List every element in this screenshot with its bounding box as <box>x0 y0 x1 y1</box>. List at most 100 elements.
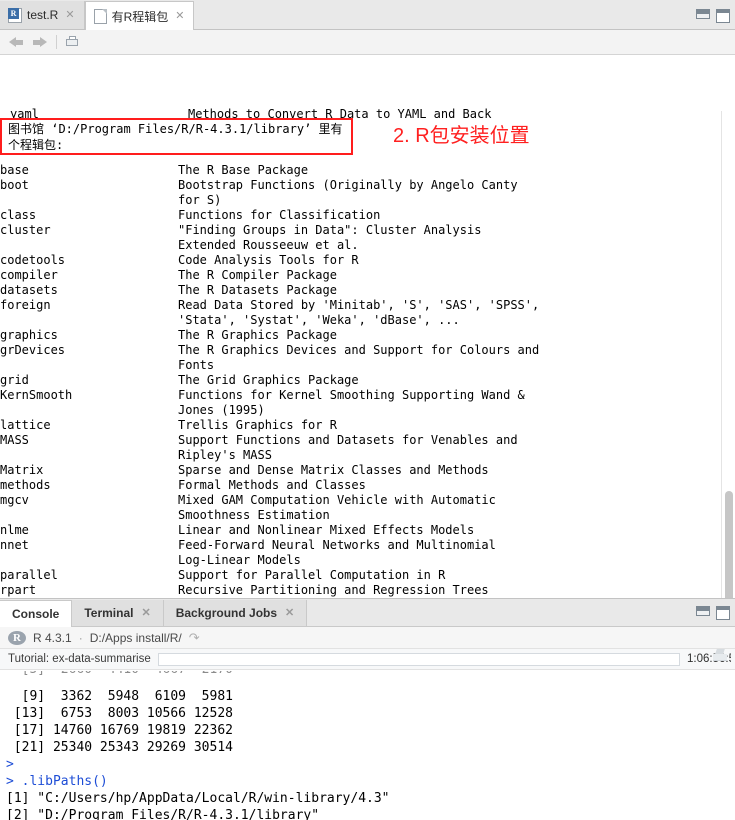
package-desc-continuation: Jones (1995) <box>178 403 265 417</box>
toolbar-divider <box>56 35 57 49</box>
clear-console-broom-icon[interactable] <box>713 649 727 661</box>
forward-arrow-icon[interactable] <box>31 35 48 49</box>
package-name: lattice <box>0 418 51 432</box>
console-output-line: [1] "C:/Users/hp/AppData/Local/R/win-lib… <box>6 791 390 806</box>
package-row: MASS Support Functions and Datasets for V… <box>0 433 720 463</box>
separator-dot: · <box>78 630 83 645</box>
package-desc-continuation: Ripley's MASS <box>178 448 272 462</box>
package-name: grid <box>0 373 29 387</box>
maximize-icon[interactable] <box>716 9 730 23</box>
help-content: yaml Methods to Convert R Data to YAML a… <box>0 55 735 598</box>
package-row: nnet Feed-Forward Neural Networks and Mul… <box>0 538 720 568</box>
package-name: parallel <box>0 568 58 582</box>
console-output-line: [17] 14760 16769 19819 22362 <box>6 723 233 738</box>
print-icon[interactable] <box>65 35 80 49</box>
package-row: class Functions for Classification <box>0 208 720 223</box>
package-name: methods <box>0 478 51 492</box>
tab-background-jobs[interactable]: Background Jobs ✕ <box>163 600 308 626</box>
maximize-icon[interactable] <box>716 606 730 620</box>
package-name: boot <box>0 178 29 192</box>
minimize-icon[interactable] <box>696 606 710 616</box>
tab-close-icon[interactable]: ✕ <box>63 9 74 21</box>
tab-r-packages[interactable]: 有R程辑包 ✕ <box>84 1 195 30</box>
console-tabstrip: Console Terminal ✕ Background Jobs ✕ <box>0 599 735 627</box>
tab-label: Background Jobs <box>175 606 278 620</box>
source-window-controls <box>696 9 730 23</box>
console-pane: Console Terminal ✕ Background Jobs ✕ R R… <box>0 598 735 820</box>
back-arrow-icon[interactable] <box>8 35 25 49</box>
package-desc-continuation: Fonts <box>178 358 215 372</box>
console-output-line: [13] 6753 8003 10566 12528 <box>6 706 233 721</box>
package-row: mgcv Mixed GAM Computation Vehicle with A… <box>0 493 720 523</box>
package-row: parallel Support for Parallel Computation… <box>0 568 720 583</box>
package-desc: Support Functions and Datasets for Venab… <box>178 433 518 462</box>
tab-test-r[interactable]: R test.R ✕ <box>0 1 85 29</box>
package-name: grDevices <box>0 343 66 357</box>
package-desc: Recursive Partitioning and Regression Tr… <box>178 583 489 597</box>
package-row: KernSmooth Functions for Kernel Smoothing… <box>0 388 720 418</box>
package-name: cluster <box>0 223 51 237</box>
working-directory-label[interactable]: D:/Apps install/R/ <box>90 631 182 645</box>
package-name: rpart <box>0 583 37 597</box>
annotation-label: 2. R包安装位置 <box>393 125 530 147</box>
package-row: Matrix Sparse and Dense Matrix Classes an… <box>0 463 720 478</box>
tutorial-bar: Tutorial: ex-data-summarise 1:06:56:5 <box>0 649 735 670</box>
package-desc: Bootstrap Functions (Originally by Angel… <box>178 178 518 207</box>
package-name: foreign <box>0 298 51 312</box>
package-list: base The R Base Package boot Bootstrap Func… <box>0 163 720 598</box>
tab-close-icon[interactable]: ✕ <box>283 607 294 619</box>
package-row: methods Formal Methods and Classes <box>0 478 720 493</box>
tutorial-progress-bar[interactable] <box>157 652 680 666</box>
document-icon <box>93 8 107 24</box>
tab-label: 有R程辑包 <box>111 9 169 24</box>
package-desc-continuation: 'Stata', 'Systat', 'Weka', 'dBase', ... <box>178 313 460 327</box>
tabstrip-filler <box>194 1 735 29</box>
tab-close-icon[interactable]: ✕ <box>139 607 150 619</box>
tab-label: Console <box>12 607 60 621</box>
tutorial-label: Tutorial: ex-data-summarise <box>8 653 151 665</box>
console-output[interactable]: [5] 2660 4410 4667 2170 [9] 3362 5948 61… <box>0 671 735 820</box>
help-vertical-scrollbar[interactable] <box>721 111 735 598</box>
package-row: nlme Linear and Nonlinear Mixed Effects M… <box>0 523 720 538</box>
package-name: graphics <box>0 328 58 342</box>
package-desc-continuation: for S) <box>178 193 222 207</box>
package-name: Matrix <box>0 463 44 477</box>
package-desc: Functions for Classification <box>178 208 381 222</box>
package-desc: The R Graphics Devices and Support for C… <box>178 343 540 372</box>
scrollbar-thumb[interactable] <box>725 491 733 598</box>
r-script-icon: R <box>8 7 22 23</box>
package-name: MASS <box>0 433 29 447</box>
console-tabstrip-filler <box>307 600 735 626</box>
package-desc: The R Graphics Package <box>178 328 337 342</box>
package-desc: Linear and Nonlinear Mixed Effects Model… <box>178 523 475 537</box>
package-row: codetools Code Analysis Tools for R <box>0 253 720 268</box>
package-desc: Feed-Forward Neural Networks and Multino… <box>178 538 496 567</box>
console-prompt: > <box>6 757 14 772</box>
package-name: class <box>0 208 37 222</box>
package-name: codetools <box>0 253 66 267</box>
package-desc: Mixed GAM Computation Vehicle with Autom… <box>178 493 496 522</box>
tab-label: Terminal <box>84 606 134 620</box>
console-output-line: [2] "D:/Program Files/R/R-4.3.1/library" <box>6 808 320 820</box>
minimize-icon[interactable] <box>696 9 710 19</box>
package-name: nlme <box>0 523 29 537</box>
refresh-icon[interactable]: ↷ <box>189 630 200 646</box>
tab-label: test.R <box>27 8 59 22</box>
tab-console[interactable]: Console <box>0 600 73 627</box>
package-row: grDevices The R Graphics Devices and Supp… <box>0 343 720 373</box>
package-row: lattice Trellis Graphics for R <box>0 418 720 433</box>
source-tabstrip: R test.R ✕ 有R程辑包 ✕ <box>0 0 735 30</box>
package-name: base <box>0 163 29 177</box>
package-row: base The R Base Package <box>0 163 720 178</box>
package-desc: Read Data Stored by 'Minitab', 'S', 'SAS… <box>178 298 540 327</box>
console-line-clipped: [5] 2660 4410 4667 2170 <box>6 671 735 678</box>
tab-terminal[interactable]: Terminal ✕ <box>72 600 164 626</box>
package-desc: "Finding Groups in Data": Cluster Analys… <box>178 223 482 252</box>
r-logo-icon: R <box>8 630 26 645</box>
library-path-message: 图书馆 ‘D:/Program Files/R/R-4.3.1/library’… <box>8 122 343 152</box>
package-name: nnet <box>0 538 29 552</box>
package-name: compiler <box>0 268 58 282</box>
tab-close-icon[interactable]: ✕ <box>173 10 184 22</box>
package-name: datasets <box>0 283 58 297</box>
package-desc-continuation: Extended Rousseeuw et al. <box>178 238 359 252</box>
